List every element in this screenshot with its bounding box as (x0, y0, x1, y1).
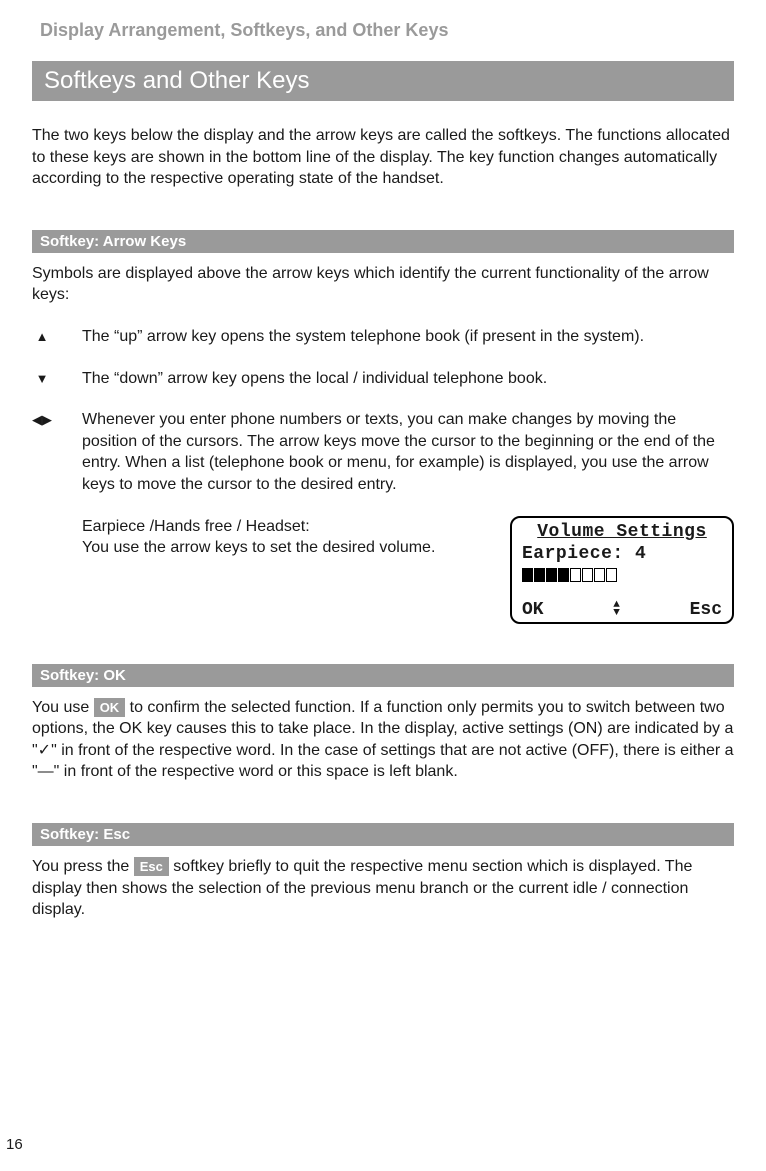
volume-bar-segment (534, 568, 545, 582)
ok-paragraph: You use OK to confirm the selected funct… (32, 697, 734, 783)
volume-row: Earpiece /Hands free / Headset: You use … (32, 516, 734, 624)
lcd-softkey-row: OK ▲▼ Esc (512, 600, 732, 620)
intro-paragraph: The two keys below the display and the a… (32, 125, 734, 190)
esc-paragraph: You press the Esc softkey briefly to qui… (32, 856, 734, 921)
ok-key-chip: OK (94, 698, 126, 718)
arrow-down-icon: ▼ (32, 368, 52, 386)
volume-text: Earpiece /Hands free / Headset: You use … (82, 516, 480, 624)
arrow-up-icon: ▲ (32, 326, 52, 344)
arrow-keys-heading: Softkey: Arrow Keys (32, 230, 734, 253)
lcd-title: Volume Settings (512, 522, 732, 542)
volume-bar-segment (546, 568, 557, 582)
lcd-softkey-ok: OK (522, 600, 544, 620)
esc-key-chip: Esc (134, 857, 169, 877)
lcd-updown-icon: ▲▼ (613, 602, 620, 617)
ok-post-text: to confirm the selected function. If a f… (32, 699, 734, 781)
arrow-item-down: ▼ The “down” arrow key opens the local /… (32, 368, 734, 390)
arrow-item-leftright: ◀▶ Whenever you enter phone numbers or t… (32, 409, 734, 495)
lcd-line-earpiece: Earpiece: 4 (512, 544, 732, 564)
volume-bar-segment (558, 568, 569, 582)
ok-heading: Softkey: OK (32, 664, 734, 687)
page-number: 16 (6, 1136, 23, 1153)
page-header-title: Display Arrangement, Softkeys, and Other… (40, 20, 734, 41)
main-heading: Softkeys and Other Keys (32, 61, 734, 101)
ok-pre-text: You use (32, 699, 94, 716)
arrow-leftright-icon: ◀▶ (32, 409, 52, 428)
volume-bar-segment (594, 568, 605, 582)
esc-pre-text: You press the (32, 858, 134, 875)
arrow-down-text: The “down” arrow key opens the local / i… (82, 368, 734, 390)
lcd-volume-bars (512, 568, 732, 582)
volume-line2: You use the arrow keys to set the desire… (82, 539, 435, 556)
volume-line1: Earpiece /Hands free / Headset: (82, 518, 310, 535)
volume-bar-segment (582, 568, 593, 582)
volume-bar-segment (606, 568, 617, 582)
volume-bar-segment (570, 568, 581, 582)
lcd-display: Volume Settings Earpiece: 4 OK ▲▼ Esc (510, 516, 734, 624)
lcd-softkey-esc: Esc (690, 600, 722, 620)
volume-bar-segment (522, 568, 533, 582)
esc-heading: Softkey: Esc (32, 823, 734, 846)
arrow-keys-intro: Symbols are displayed above the arrow ke… (32, 263, 734, 306)
arrow-up-text: The “up” arrow key opens the system tele… (82, 326, 734, 348)
arrow-item-up: ▲ The “up” arrow key opens the system te… (32, 326, 734, 348)
arrow-leftright-text: Whenever you enter phone numbers or text… (82, 409, 734, 495)
